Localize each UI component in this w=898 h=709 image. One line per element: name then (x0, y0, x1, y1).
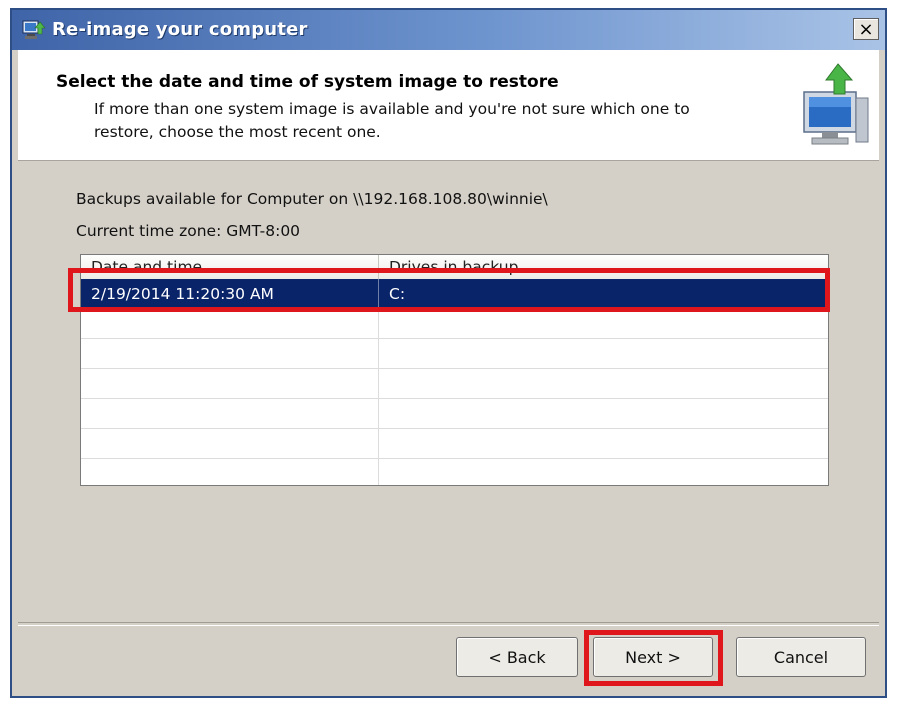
wizard-header: Select the date and time of system image… (18, 50, 879, 161)
system-image-restore-icon (803, 63, 869, 145)
window-title: Re-image your computer (52, 19, 308, 40)
empty-table-row (81, 309, 828, 339)
close-button[interactable]: × (853, 18, 879, 40)
empty-table-row (81, 429, 828, 459)
footer-divider (18, 622, 879, 626)
empty-table-row (81, 339, 828, 369)
empty-table-row (81, 399, 828, 429)
title-bar[interactable]: Re-image your computer × (12, 10, 885, 50)
timezone-text: Current time zone: GMT-8:00 (76, 222, 301, 240)
page-title: Select the date and time of system image… (56, 72, 559, 92)
next-button[interactable]: Next > (593, 637, 713, 677)
drives-cell: C: (389, 285, 406, 303)
column-header-date-time[interactable]: Date and time (81, 255, 379, 279)
reimage-dialog: Re-image your computer × Select the date… (10, 8, 887, 698)
empty-table-row (81, 459, 828, 485)
table-header: Date and time Drives in backup (81, 255, 828, 280)
empty-table-row (81, 369, 828, 399)
date-time-cell: 2/19/2014 11:20:30 AM (81, 279, 379, 309)
wizard-content: Backups available for Computer on \\192.… (18, 160, 879, 620)
page-description: If more than one system image is availab… (94, 100, 690, 141)
cancel-button[interactable]: Cancel (736, 637, 866, 677)
computer-restore-icon (22, 20, 46, 39)
backup-list-table[interactable]: Date and time Drives in backup 2/19/2014… (80, 254, 829, 486)
table-row[interactable]: 2/19/2014 11:20:30 AM C: (81, 279, 828, 309)
backups-location-text: Backups available for Computer on \\192.… (76, 190, 548, 208)
column-header-drives[interactable]: Drives in backup (379, 255, 828, 279)
close-icon: × (858, 18, 874, 40)
back-button[interactable]: < Back (456, 637, 578, 677)
